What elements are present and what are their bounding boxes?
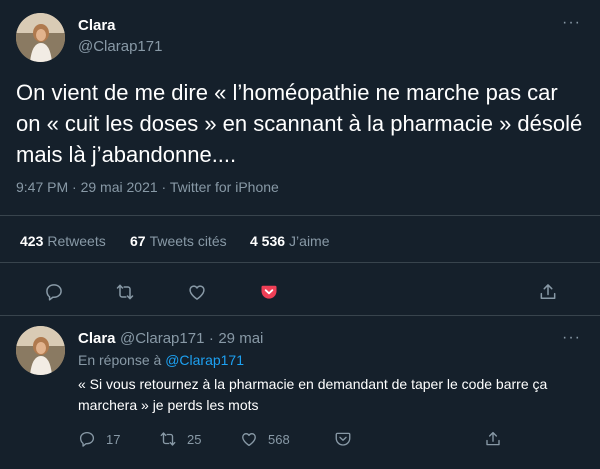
reply-date[interactable]: 29 mai <box>218 330 263 347</box>
more-options-icon[interactable]: ··· <box>562 15 581 31</box>
reply-reply-button[interactable]: 17 <box>78 430 120 448</box>
share-button[interactable] <box>536 280 560 304</box>
reply-icon <box>79 431 95 447</box>
reply-author-handle[interactable]: @Clarap171 <box>120 330 204 347</box>
reply-button[interactable] <box>42 280 66 304</box>
tweet-source[interactable]: Twitter for iPhone <box>170 179 279 195</box>
retweets-stat[interactable]: 423 Retweets <box>20 233 106 249</box>
reply-like-button[interactable]: 568 <box>240 430 290 448</box>
reply-pocket-button[interactable] <box>334 430 352 448</box>
retweet-icon <box>160 432 176 446</box>
reply-retweet-button[interactable]: 25 <box>159 430 201 448</box>
reply-header: Clara @Clarap171 · 29 mai <box>78 330 263 348</box>
share-icon <box>540 284 556 299</box>
author-handle[interactable]: @Clarap171 <box>78 38 162 55</box>
quotes-count: 67 <box>130 233 146 249</box>
in-reply-handle-link[interactable]: @Clarap171 <box>165 352 244 368</box>
retweets-count: 423 <box>20 233 44 249</box>
reply-author-avatar[interactable] <box>16 326 65 375</box>
author-name[interactable]: Clara <box>78 17 116 34</box>
pocket-outline-icon <box>335 432 351 446</box>
reply-count: 17 <box>106 431 121 447</box>
divider <box>0 315 600 316</box>
retweet-button[interactable] <box>113 280 137 304</box>
pocket-button[interactable] <box>257 280 281 304</box>
quotes-stat[interactable]: 67 Tweets cités <box>130 233 227 249</box>
like-icon <box>189 285 205 300</box>
like-button[interactable] <box>185 280 209 304</box>
meta-separator: · <box>161 179 167 195</box>
likes-stat[interactable]: 4 536 J’aime <box>250 233 330 249</box>
likes-label: J’aime <box>289 233 330 249</box>
reply-icon <box>46 284 62 301</box>
likes-count: 4 536 <box>250 233 286 249</box>
reply-more-options-icon[interactable]: ··· <box>562 330 581 346</box>
tweet-text: On vient de me dire « l’homéopathie ne m… <box>16 80 583 167</box>
retweet-icon <box>116 284 134 300</box>
tweet-date[interactable]: 29 mai 2021 <box>81 179 158 195</box>
reply-text: « Si vous retournez à la pharmacie en de… <box>78 376 548 413</box>
author-avatar[interactable] <box>16 13 65 62</box>
meta-separator: · <box>72 179 77 195</box>
divider <box>0 262 600 263</box>
tweet-time[interactable]: 9:47 PM <box>16 179 68 195</box>
share-icon <box>486 431 500 446</box>
divider <box>0 215 600 216</box>
retweets-label: Retweets <box>47 233 106 249</box>
in-reply-prefix: En réponse à <box>78 352 162 368</box>
in-reply-to: En réponse à @Clarap171 <box>78 352 244 368</box>
like-count: 568 <box>268 431 290 447</box>
reply-separator: · <box>208 330 214 347</box>
reply-author-name[interactable]: Clara <box>78 330 116 347</box>
reply-share-button[interactable] <box>484 430 502 448</box>
pocket-icon <box>261 285 277 299</box>
tweet-meta: 9:47 PM · 29 mai 2021 · Twitter for iPho… <box>16 179 279 195</box>
retweet-count: 25 <box>187 431 202 447</box>
quotes-label: Tweets cités <box>149 233 227 249</box>
like-icon <box>242 433 256 447</box>
